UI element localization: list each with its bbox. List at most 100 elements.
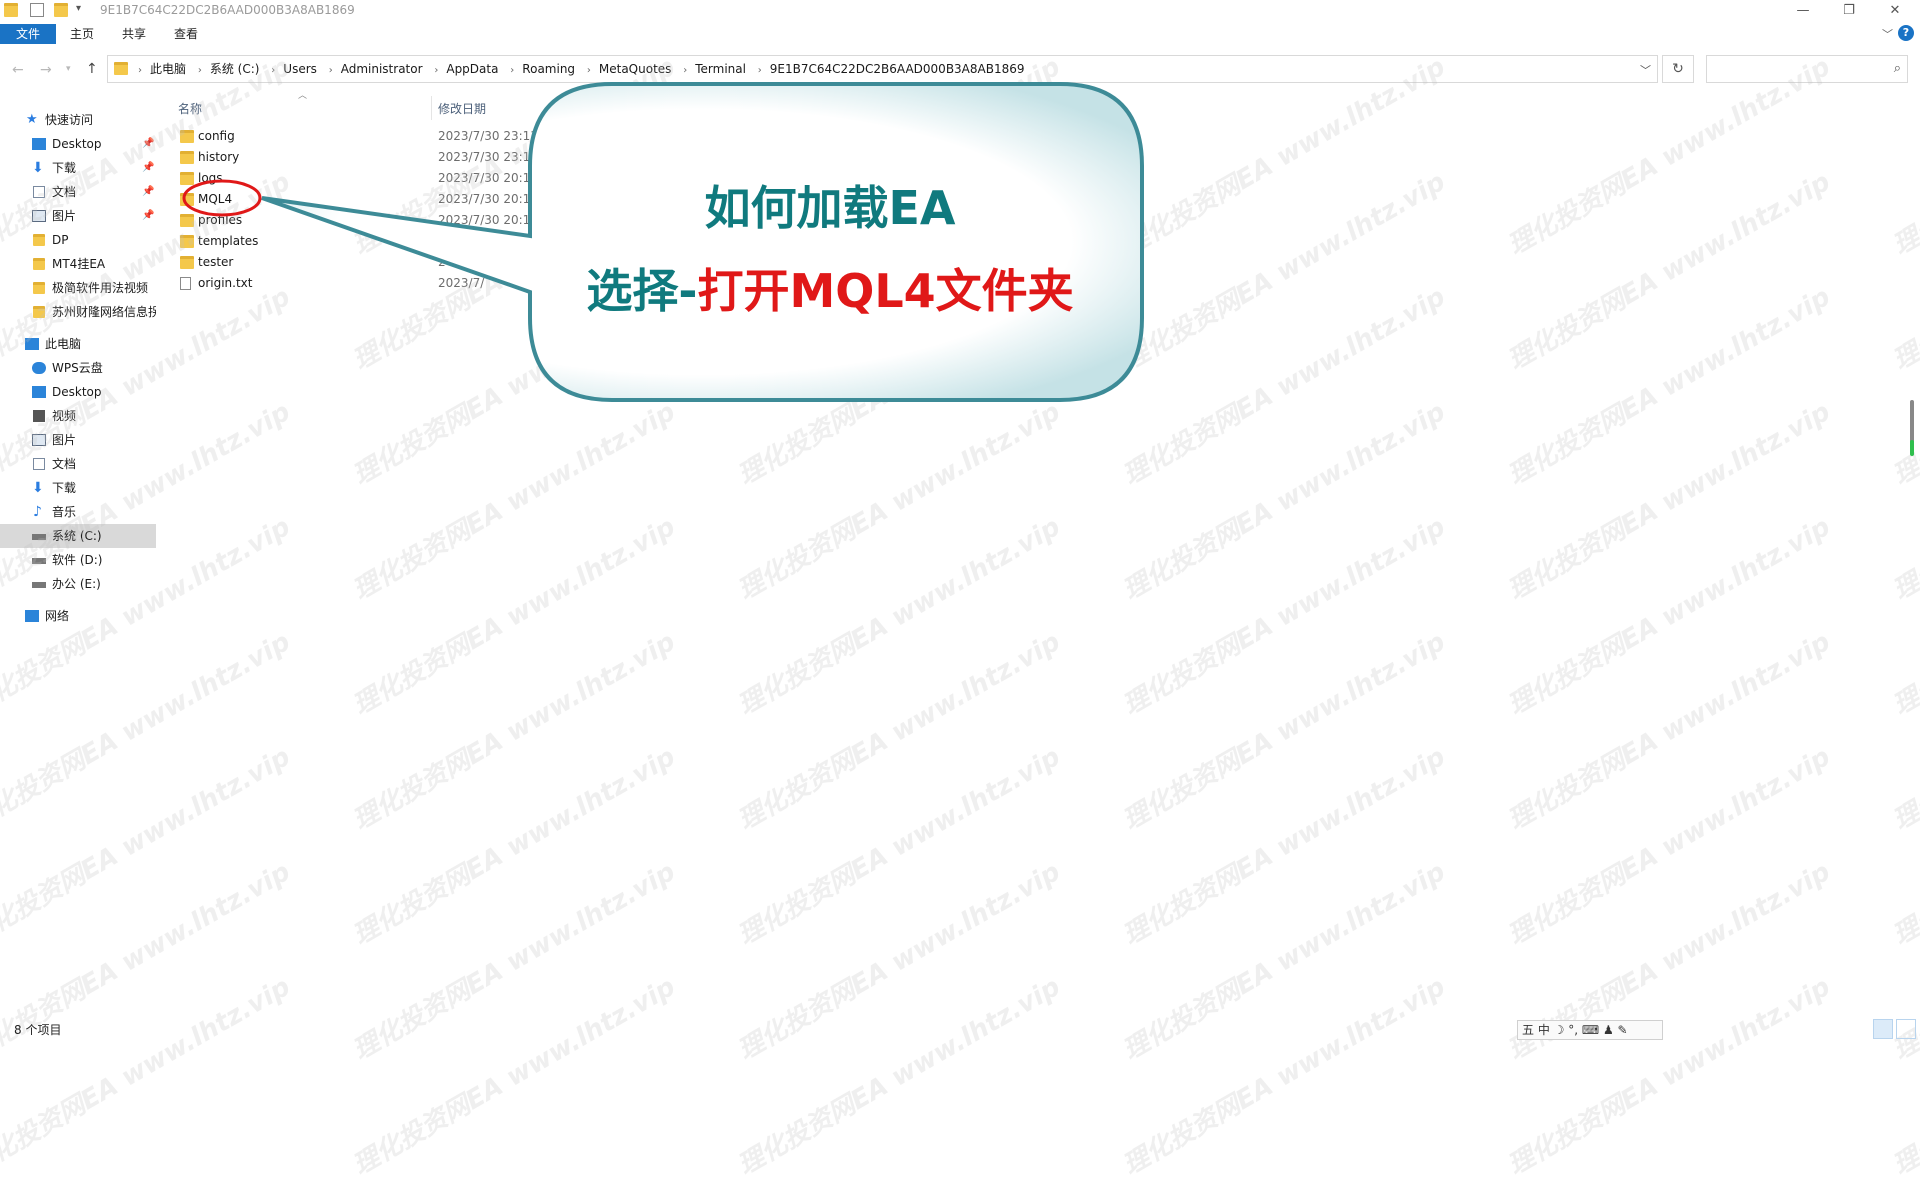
crumb-system-c[interactable]: 系统 (C:) [210, 62, 260, 76]
folder-icon [180, 151, 194, 164]
list-item[interactable]: origin.txt 2023/7/ [176, 273, 556, 294]
nav-quick-access[interactable]: ★ 快速访问 [0, 108, 156, 132]
large-icons-view-button[interactable] [1896, 1019, 1916, 1039]
crumb-users[interactable]: Users [283, 62, 317, 76]
nav-label: 办公 (E:) [52, 577, 101, 591]
nav-drive-c[interactable]: 系统 (C:) [0, 524, 156, 548]
properties-icon[interactable] [30, 3, 44, 17]
details-view-button[interactable] [1873, 1019, 1893, 1039]
file-name: history [198, 150, 240, 164]
file-name: templates [198, 234, 259, 248]
nav-label: 此电脑 [45, 337, 82, 351]
crumb-terminal[interactable]: Terminal [695, 62, 746, 76]
folder-icon [180, 193, 194, 206]
nav-network[interactable]: 网络 [0, 604, 156, 628]
watermark-text: 理化投资网EA www.lhtz.vip [1503, 741, 1836, 952]
list-item[interactable]: history 2023/7/30 23:13 [176, 147, 556, 168]
restore-button[interactable]: ❐ [1826, 0, 1872, 22]
nav-documents[interactable]: 文档 📌 [0, 180, 156, 204]
nav-suzhou-folder[interactable]: 苏州财隆网络信息拐 [0, 300, 156, 324]
ribbon-expand-icon[interactable]: ﹀ [1882, 26, 1893, 42]
watermark-text: 理化投资网EA www.lhtz.vip [733, 856, 1066, 1067]
pin-icon[interactable]: 📌 [142, 156, 154, 180]
address-bar[interactable]: › 此电脑 › 系统 (C:) › Users › Administrator › App… [107, 55, 1658, 83]
pin-icon[interactable]: 📌 [142, 204, 154, 228]
cloud-icon [32, 362, 46, 374]
nav-label: Desktop [52, 385, 102, 399]
picture-icon [32, 210, 46, 222]
list-item[interactable]: logs 2023/7/30 20:15 [176, 168, 556, 189]
folder-icon [180, 130, 194, 143]
folder-icon [180, 235, 194, 248]
nav-drive-e[interactable]: 办公 (E:) [0, 572, 156, 596]
pin-icon[interactable]: 📌 [142, 132, 154, 156]
nav-label: DP [52, 233, 69, 247]
crumb-this-pc[interactable]: 此电脑 [150, 62, 186, 76]
callout-sub-prefix: 选择- [586, 264, 698, 318]
watermark-text: 理化投资网EA www.lhtz.vip [1888, 167, 1920, 377]
column-headers: 名称 修改日期 [176, 96, 1876, 120]
nav-mt4-ea[interactable]: MT4挂EA [0, 252, 156, 276]
nav-label: 快速访问 [45, 113, 94, 127]
watermark-text: 理化投资网EA www.lhtz.vip [1118, 396, 1451, 607]
crumb-terminal-id[interactable]: 9E1B7C64C22DC2B6AAD000B3A8AB1869 [770, 62, 1025, 76]
tab-home[interactable]: 主页 [58, 24, 106, 44]
tab-file[interactable]: 文件 [0, 24, 56, 44]
list-item[interactable]: templates [176, 231, 556, 252]
nav-drive-d[interactable]: 软件 (D:) [0, 548, 156, 572]
refresh-button[interactable]: ↻ [1662, 55, 1694, 83]
ime-toolbar[interactable]: 五 中 ☽ °, ⌨ ♟ ✎ [1517, 1020, 1663, 1040]
download-icon: ⬇ [32, 160, 44, 176]
crumb-administrator[interactable]: Administrator [341, 62, 423, 76]
nav-pictures[interactable]: 图片 📌 [0, 204, 156, 228]
star-icon: ★ [26, 112, 38, 127]
nav-wps-cloud[interactable]: WPS云盘 [0, 356, 156, 380]
nav-label: 网络 [45, 609, 70, 623]
column-date[interactable]: 修改日期 [438, 100, 486, 117]
nav-downloads[interactable]: ⬇ 下载 📌 [0, 156, 156, 180]
search-input[interactable]: ⌕ [1706, 55, 1908, 83]
column-name[interactable]: 名称 [178, 100, 202, 117]
list-item[interactable]: tester 2 [176, 252, 556, 273]
watermark-text: 理化投资网EA www.lhtz.vip [733, 741, 1066, 952]
nav-pc-downloads[interactable]: ⬇ 下载 [0, 476, 156, 500]
watermark-text: 理化投资网EA www.lhtz.vip [1118, 971, 1451, 1182]
back-icon[interactable]: ← [12, 62, 24, 78]
crumb-metaquotes[interactable]: MetaQuotes [599, 62, 672, 76]
breadcrumb: › 此电脑 › 系统 (C:) › Users › Administrator › App… [138, 62, 1025, 76]
nav-pc-pictures[interactable]: 图片 [0, 428, 156, 452]
file-name: config [198, 129, 235, 143]
close-button[interactable]: ✕ [1872, 0, 1918, 22]
list-item[interactable]: profiles 2023/7/30 20:15 [176, 210, 556, 231]
nav-this-pc[interactable]: 此电脑 [0, 332, 156, 356]
help-icon[interactable]: ? [1898, 25, 1914, 41]
file-date: 2023/7/30 20:15 [438, 213, 538, 227]
quick-access-dropdown-icon[interactable]: ▾ [76, 3, 86, 17]
tab-share[interactable]: 共享 [110, 24, 158, 44]
nav-videos[interactable]: 视频 [0, 404, 156, 428]
new-folder-icon[interactable] [54, 3, 68, 17]
pin-icon[interactable]: 📌 [142, 180, 154, 204]
address-dropdown-icon[interactable]: ﹀ [1640, 62, 1651, 78]
crumb-appdata[interactable]: AppData [446, 62, 498, 76]
list-item[interactable]: config 2023/7/30 23:13 [176, 126, 556, 147]
crumb-roaming[interactable]: Roaming [522, 62, 575, 76]
nav-dp[interactable]: DP [0, 228, 156, 252]
nav-videos-folder[interactable]: 极简软件用法视频 [0, 276, 156, 300]
watermark-text: 理化投资网EA www.lhtz.vip [1888, 742, 1920, 952]
up-icon[interactable]: ↑ [86, 61, 98, 77]
forward-icon[interactable]: → [40, 62, 52, 78]
list-item-mql4[interactable]: MQL4 2023/7/30 20:15 [176, 189, 556, 210]
drive-icon [32, 582, 46, 588]
file-date: 2023/7/30 23:13 [438, 150, 538, 164]
nav-music[interactable]: ♪ 音乐 [0, 500, 156, 524]
minimize-button[interactable]: — [1780, 0, 1826, 22]
nav-pc-desktop[interactable]: Desktop [0, 380, 156, 404]
nav-desktop[interactable]: Desktop 📌 [0, 132, 156, 156]
watermark-text: 理化投资网EA www.lhtz.vip [733, 396, 1066, 607]
tab-view[interactable]: 查看 [162, 24, 210, 44]
nav-label: 视频 [52, 409, 77, 423]
column-divider[interactable] [431, 96, 432, 120]
recent-dropdown-icon[interactable]: ▾ [66, 64, 71, 74]
nav-pc-documents[interactable]: 文档 [0, 452, 156, 476]
